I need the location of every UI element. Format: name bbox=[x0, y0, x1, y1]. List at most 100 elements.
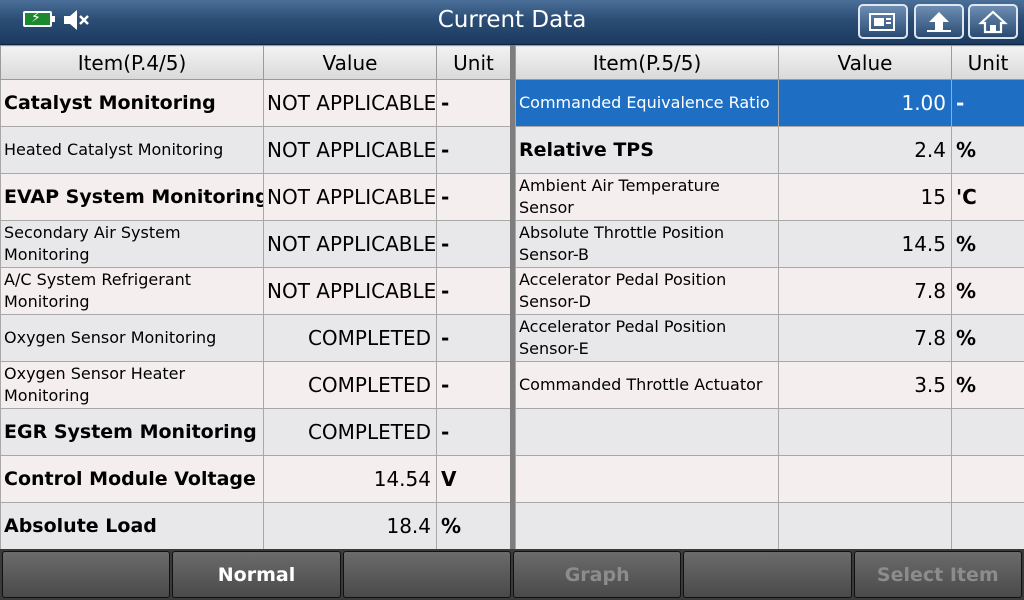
graph-button[interactable]: Graph bbox=[512, 551, 682, 598]
item-cell: Accelerator Pedal Position Sensor-D bbox=[515, 267, 779, 315]
value-cell: NOT APPLICABLE bbox=[263, 126, 437, 174]
unit-cell: % bbox=[951, 314, 1024, 362]
right-data-table: Item(P.5/5) Value Unit Commanded Equival… bbox=[515, 45, 1024, 550]
item-cell: Catalyst Monitoring bbox=[0, 79, 264, 127]
home-button[interactable] bbox=[968, 4, 1018, 39]
unit-cell: V bbox=[436, 455, 511, 503]
screenshot-button[interactable] bbox=[858, 4, 908, 39]
unit-cell: - bbox=[436, 220, 511, 268]
unit-cell: % bbox=[951, 126, 1024, 174]
select-item-button[interactable]: Select Item bbox=[853, 551, 1022, 598]
table-row-empty bbox=[515, 455, 1024, 503]
column-header-item: Item(P.5/5) bbox=[515, 45, 779, 80]
unit-cell: % bbox=[951, 267, 1024, 315]
unit-cell: - bbox=[436, 173, 511, 221]
item-cell: A/C System Refrigerant Monitoring bbox=[0, 267, 264, 315]
value-cell: COMPLETED bbox=[263, 361, 437, 409]
table-row[interactable]: EVAP System Monitoring NOT APPLICABLE - bbox=[0, 173, 511, 221]
column-header-value: Value bbox=[778, 45, 952, 80]
unit-cell: - bbox=[436, 361, 511, 409]
table-row[interactable]: Accelerator Pedal Position Sensor-D 7.8 … bbox=[515, 267, 1024, 315]
unit-cell: % bbox=[436, 502, 511, 550]
table-row[interactable]: Oxygen Sensor Heater Monitoring COMPLETE… bbox=[0, 361, 511, 409]
unit-cell bbox=[951, 502, 1024, 550]
item-cell bbox=[515, 455, 779, 503]
table-row[interactable]: Heated Catalyst Monitoring NOT APPLICABL… bbox=[0, 126, 511, 174]
column-header-unit: Unit bbox=[436, 45, 511, 80]
table-row[interactable]: EGR System Monitoring COMPLETED - bbox=[0, 408, 511, 456]
item-cell: EGR System Monitoring bbox=[0, 408, 264, 456]
value-cell: NOT APPLICABLE bbox=[263, 267, 437, 315]
table-row[interactable]: Secondary Air System Monitoring NOT APPL… bbox=[0, 220, 511, 268]
item-cell: Commanded Throttle Actuator bbox=[515, 361, 779, 409]
table-row[interactable]: Relative TPS 2.4 % bbox=[515, 126, 1024, 174]
value-cell: 3.5 bbox=[778, 361, 952, 409]
item-cell: Commanded Equivalence Ratio bbox=[515, 79, 779, 127]
unit-cell: 'C bbox=[951, 173, 1024, 221]
item-cell: Oxygen Sensor Heater Monitoring bbox=[0, 361, 264, 409]
right-data-table-panel: Item(P.5/5) Value Unit Commanded Equival… bbox=[515, 45, 1024, 550]
value-cell bbox=[778, 455, 952, 503]
table-row[interactable]: A/C System Refrigerant Monitoring NOT AP… bbox=[0, 267, 511, 315]
column-header-item: Item(P.4/5) bbox=[0, 45, 264, 80]
toolbar-button-1[interactable] bbox=[2, 551, 171, 598]
value-cell: 7.8 bbox=[778, 314, 952, 362]
value-cell: 7.8 bbox=[778, 267, 952, 315]
value-cell: NOT APPLICABLE bbox=[263, 173, 437, 221]
table-row[interactable]: Oxygen Sensor Monitoring COMPLETED - bbox=[0, 314, 511, 362]
unit-cell bbox=[951, 455, 1024, 503]
table-row[interactable]: Commanded Throttle Actuator 3.5 % bbox=[515, 361, 1024, 409]
home-icon bbox=[978, 10, 1008, 33]
table-row[interactable]: Ambient Air Temperature Sensor 15 'C bbox=[515, 173, 1024, 221]
unit-cell: % bbox=[951, 220, 1024, 268]
value-cell: 15 bbox=[778, 173, 952, 221]
item-cell: Absolute Throttle Position Sensor-B bbox=[515, 220, 779, 268]
table-row[interactable]: Catalyst Monitoring NOT APPLICABLE - bbox=[0, 79, 511, 127]
value-cell: COMPLETED bbox=[263, 314, 437, 362]
item-cell: Accelerator Pedal Position Sensor-E bbox=[515, 314, 779, 362]
back-icon bbox=[927, 11, 951, 32]
toolbar-button-3[interactable] bbox=[342, 551, 511, 598]
unit-cell bbox=[951, 408, 1024, 456]
unit-cell: - bbox=[436, 79, 511, 127]
item-cell: EVAP System Monitoring bbox=[0, 173, 264, 221]
item-cell: Relative TPS bbox=[515, 126, 779, 174]
unit-cell: - bbox=[436, 126, 511, 174]
item-cell: Ambient Air Temperature Sensor bbox=[515, 173, 779, 221]
unit-cell: - bbox=[951, 79, 1024, 127]
item-cell: Oxygen Sensor Monitoring bbox=[0, 314, 264, 362]
item-cell bbox=[515, 502, 779, 550]
value-cell: 1.00 bbox=[778, 79, 952, 127]
screenshot-icon bbox=[869, 12, 895, 31]
item-cell bbox=[515, 408, 779, 456]
value-cell: NOT APPLICABLE bbox=[263, 220, 437, 268]
table-row[interactable]: Accelerator Pedal Position Sensor-E 7.8 … bbox=[515, 314, 1024, 362]
bottom-toolbar: Normal Graph Select Item bbox=[0, 549, 1024, 600]
column-header-value: Value bbox=[263, 45, 437, 80]
unit-cell: - bbox=[436, 267, 511, 315]
value-cell: COMPLETED bbox=[263, 408, 437, 456]
item-cell: Heated Catalyst Monitoring bbox=[0, 126, 264, 174]
table-row-selected[interactable]: Commanded Equivalence Ratio 1.00 - bbox=[515, 79, 1024, 127]
toolbar-button-5[interactable] bbox=[683, 551, 852, 598]
table-row[interactable]: Control Module Voltage 14.54 V bbox=[0, 455, 511, 503]
table-row[interactable]: Absolute Load 18.4 % bbox=[0, 502, 511, 550]
value-cell: 2.4 bbox=[778, 126, 952, 174]
normal-button[interactable]: Normal bbox=[172, 551, 341, 598]
value-cell: NOT APPLICABLE bbox=[263, 79, 437, 127]
left-data-table-panel: Item(P.4/5) Value Unit Catalyst Monitori… bbox=[0, 45, 511, 550]
table-row-empty bbox=[515, 408, 1024, 456]
unit-cell: - bbox=[436, 408, 511, 456]
back-button[interactable] bbox=[914, 4, 964, 39]
item-cell: Absolute Load bbox=[0, 502, 264, 550]
value-cell bbox=[778, 408, 952, 456]
column-header-unit: Unit bbox=[951, 45, 1024, 80]
title-bar: ⚡ Current Data bbox=[0, 0, 1024, 45]
value-cell: 18.4 bbox=[263, 502, 437, 550]
value-cell bbox=[778, 502, 952, 550]
table-row-empty bbox=[515, 502, 1024, 550]
table-row[interactable]: Absolute Throttle Position Sensor-B 14.5… bbox=[515, 220, 1024, 268]
unit-cell: - bbox=[436, 314, 511, 362]
left-data-table: Item(P.4/5) Value Unit Catalyst Monitori… bbox=[0, 45, 511, 550]
value-cell: 14.54 bbox=[263, 455, 437, 503]
